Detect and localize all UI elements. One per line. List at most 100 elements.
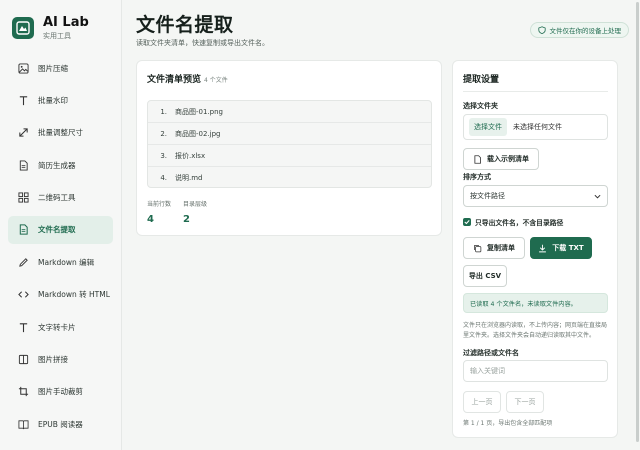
grid-icon [17, 192, 29, 204]
brand: AI Lab 实用工具 [0, 0, 121, 44]
scrollbar[interactable] [636, 2, 639, 442]
sidebar-item-markdown-edit[interactable]: Markdown 编辑 [8, 248, 113, 276]
list-item-index: 2. [160, 129, 167, 138]
file-count-tag: 4 个文件 [204, 77, 228, 84]
stat-depth: 目录层级 2 [183, 199, 207, 225]
document-icon [474, 154, 481, 164]
no-file-text: 未选择任何文件 [513, 123, 562, 131]
sidebar-item-image-crop[interactable]: 图片手动裁剪 [8, 378, 113, 406]
privacy-text: 文件仅在你的设备上处理 [549, 27, 622, 35]
sidebar-item-label: 二维码工具 [38, 193, 76, 203]
list-item-index: 1. [160, 107, 167, 116]
sidebar-item-text-card[interactable]: 文字转卡片 [8, 313, 113, 341]
list-item: 2. 商品图-02.jpg [148, 123, 431, 145]
sidebar-item-label: 简历生成器 [38, 160, 76, 170]
crop-icon [17, 386, 29, 398]
page-info: 第 1 / 1 页，导出包含全部匹配项 [463, 420, 553, 427]
sidebar: AI Lab 实用工具 图片压缩 批量水印 批量调整尺寸 简历生成器 二维码工具… [0, 0, 122, 450]
filter-input[interactable]: 输入关键词 [463, 360, 608, 382]
stat-row-count: 当前行数 4 [147, 199, 171, 225]
list-item: 3. 报价.xlsx [148, 145, 431, 167]
sidebar-item-watermark[interactable]: 批量水印 [8, 86, 113, 114]
sidebar-item-label: Markdown 编辑 [38, 257, 95, 267]
folder-picker[interactable]: 选择文件 未选择任何文件 [463, 114, 608, 140]
list-item-index: 4. [160, 174, 167, 182]
prev-page-button[interactable]: 上一页 [463, 391, 501, 413]
image-icon [17, 62, 29, 74]
settings-title: 提取设置 [463, 75, 500, 85]
filter-label: 过滤路径或文件名 [463, 349, 519, 357]
list-item: 4. 说明.md [148, 167, 431, 187]
stat-label: 目录层级 [183, 201, 208, 208]
folder-label: 选择文件夹 [463, 102, 498, 110]
divider [463, 91, 608, 92]
choose-file-button[interactable]: 选择文件 [469, 118, 507, 136]
list-item-name: 商品图-02.jpg [175, 129, 221, 138]
next-page-button[interactable]: 下一页 [506, 391, 544, 413]
sidebar-item-label: EPUB 阅读器 [38, 419, 83, 429]
list-item-name: 商品图-01.png [175, 107, 223, 116]
sidebar-item-image-stitch[interactable]: 图片拼接 [8, 346, 113, 374]
load-sample-button[interactable]: 载入示例清单 [463, 148, 539, 170]
load-sample-label: 载入示例清单 [487, 155, 529, 163]
export-csv-button[interactable]: 导出 CSV [463, 265, 507, 287]
sidebar-item-markdown-html[interactable]: Markdown 转 HTML [8, 281, 113, 309]
export-csv-label: 导出 CSV [468, 272, 502, 280]
sidebar-item-label: 批量水印 [38, 95, 68, 105]
sort-value: 按文件路径 [470, 192, 505, 200]
book-icon [17, 418, 29, 430]
logo-icon [12, 17, 34, 39]
sidebar-item-label: 图片压缩 [38, 63, 68, 73]
page-title: 文件名提取 [136, 14, 234, 36]
copy-icon [474, 244, 482, 252]
sidebar-nav: 图片压缩 批量水印 批量调整尺寸 简历生成器 二维码工具 文件名提取 Markd… [8, 54, 113, 443]
sidebar-item-label: 图片手动裁剪 [38, 387, 83, 397]
download-txt-label: 下载 TXT [552, 244, 584, 252]
privacy-badge: 文件仅在你的设备上处理 [529, 22, 629, 38]
book-open-icon [17, 354, 29, 366]
copy-list-label: 复制清单 [487, 244, 515, 252]
sort-select[interactable]: 按文件路径 [463, 185, 608, 207]
preview-title-text: 文件清单预览 [147, 75, 202, 85]
list-item: 1. 商品图-01.png [148, 101, 431, 123]
text-t-icon [17, 94, 29, 106]
sidebar-item-label: 图片拼接 [38, 355, 68, 365]
sidebar-item-filename-extract[interactable]: 文件名提取 [8, 215, 113, 244]
settings-card: 提取设置 选择文件夹 选择文件 未选择任何文件 载入示例清单 排序方式 按文件路… [452, 60, 618, 438]
list-item-index: 3. [160, 151, 167, 160]
checkbox-label: 只导出文件名，不含目录路径 [475, 219, 564, 227]
sidebar-item-image-compress[interactable]: 图片压缩 [8, 54, 113, 82]
sidebar-item-resize[interactable]: 批量调整尺寸 [8, 119, 113, 147]
filename-only-checkbox[interactable]: 只导出文件名，不含目录路径 [463, 217, 563, 227]
privacy-note: 文件只在浏览器内读取，不上传内容；网页端在直接局里文件夹。选择文件夹会自动递归读… [463, 322, 608, 339]
main-content: 文件名提取 读取文件夹清单，快速复制或导出文件名。 文件仅在你的设备上处理 文件… [122, 0, 640, 450]
stat-value: 4 [147, 214, 154, 225]
pen-icon [17, 256, 29, 268]
preview-title: 文件清单预览 4 个文件 [147, 72, 228, 85]
code-icon [17, 289, 29, 301]
sidebar-item-label: Markdown 转 HTML [38, 290, 110, 300]
file-icon [17, 224, 29, 236]
download-icon [539, 244, 547, 252]
file-list[interactable]: 1. 商品图-01.png 2. 商品图-02.jpg 3. 报价.xlsx 4… [147, 100, 432, 188]
shield-icon [537, 26, 546, 34]
preview-card: 文件清单预览 4 个文件 1. 商品图-01.png 2. 商品图-02.jpg … [136, 60, 442, 236]
brand-title: AI Lab [43, 15, 89, 30]
download-txt-button[interactable]: 下载 TXT [530, 237, 592, 259]
resize-icon [17, 127, 29, 139]
sidebar-item-resume[interactable]: 简历生成器 [8, 151, 113, 179]
chevron-down-icon [594, 194, 601, 199]
stat-value: 2 [183, 214, 190, 225]
checkbox-checked-icon[interactable] [463, 218, 471, 226]
text-t-icon [17, 321, 29, 333]
list-item-name: 报价.xlsx [175, 151, 206, 160]
sidebar-item-label: 文件名提取 [38, 225, 76, 235]
brand-subtitle: 实用工具 [43, 32, 71, 40]
copy-list-button[interactable]: 复制清单 [463, 237, 525, 259]
sidebar-item-label: 批量调整尺寸 [38, 128, 83, 138]
document-icon [17, 159, 29, 171]
sidebar-item-epub-reader[interactable]: EPUB 阅读器 [8, 410, 113, 438]
sidebar-item-qrcode[interactable]: 二维码工具 [8, 184, 113, 212]
sort-label: 排序方式 [463, 173, 491, 181]
list-item-name: 说明.md [175, 174, 203, 182]
